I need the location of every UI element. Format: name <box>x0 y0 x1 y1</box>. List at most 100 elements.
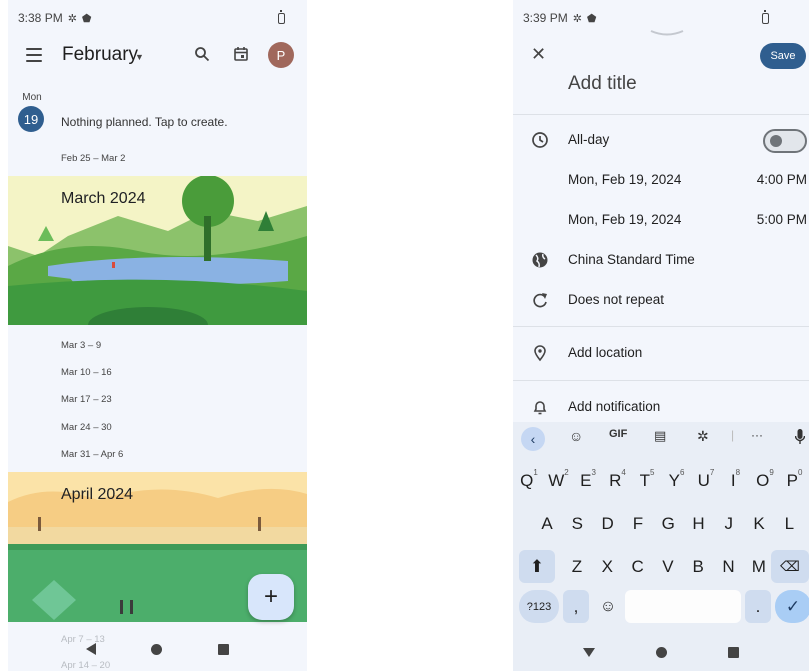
key-l[interactable]: L <box>775 507 803 540</box>
end-date[interactable]: Mon, Feb 19, 2024 <box>568 212 681 227</box>
search-icon[interactable] <box>194 46 210 62</box>
key-o[interactable]: O9 <box>751 464 779 497</box>
week-label[interactable]: Feb 25 – Mar 2 <box>61 153 125 164</box>
gif-button[interactable]: GIF <box>609 428 627 440</box>
close-icon[interactable]: ✕ <box>531 44 546 65</box>
emoji-key[interactable]: ☺ <box>593 590 623 623</box>
title-input[interactable]: Add title <box>568 73 637 95</box>
start-date[interactable]: Mon, Feb 19, 2024 <box>568 172 681 187</box>
system-nav-bar <box>8 627 307 671</box>
hide-keyboard-icon[interactable] <box>583 647 596 657</box>
today-icon[interactable] <box>233 46 249 62</box>
key-z[interactable]: Z <box>563 550 591 583</box>
avatar[interactable]: P <box>268 42 294 68</box>
week-label[interactable]: Mar 17 – 23 <box>61 394 112 405</box>
key-b[interactable]: B <box>684 550 712 583</box>
key-m[interactable]: M <box>745 550 773 583</box>
key-e[interactable]: E3 <box>574 464 602 497</box>
key-p[interactable]: P0 <box>781 464 809 497</box>
settings-icon[interactable]: ✲ <box>697 428 709 445</box>
sticker-icon[interactable]: ☺ <box>569 428 583 444</box>
key-h[interactable]: H <box>685 507 713 540</box>
day-number[interactable]: 19 <box>18 106 44 132</box>
key-s[interactable]: S <box>563 507 591 540</box>
period-key[interactable]: . <box>745 590 771 623</box>
backspace-key[interactable]: ⌫ <box>771 550 809 583</box>
all-day-toggle[interactable] <box>763 129 807 153</box>
week-label[interactable]: Mar 3 – 9 <box>61 340 101 351</box>
notification-row[interactable]: Add notification <box>513 387 809 427</box>
calendar-schedule-screen: 3:38 PM ✲ ⬟ February ▼ P Mon 19 Nothing … <box>8 0 307 671</box>
key-hint: 5 <box>649 468 655 477</box>
key-hint: 9 <box>769 468 774 477</box>
more-tools-button[interactable]: ··· <box>751 428 763 442</box>
microphone-icon[interactable] <box>795 429 805 445</box>
home-icon[interactable] <box>655 646 667 658</box>
week-label[interactable]: Mar 31 – Apr 6 <box>61 449 123 460</box>
key-d[interactable]: D <box>594 507 622 540</box>
key-j[interactable]: J <box>715 507 743 540</box>
location-row[interactable]: Add location <box>513 333 809 373</box>
week-label[interactable]: Mar 10 – 16 <box>61 367 112 378</box>
today-marker[interactable]: Mon 19 <box>18 92 46 132</box>
collapse-toolbar-icon[interactable]: ‹ <box>521 427 545 451</box>
key-t[interactable]: T5 <box>633 464 661 497</box>
key-a[interactable]: A <box>533 507 561 540</box>
month-banner-title: March 2024 <box>61 190 146 207</box>
home-icon[interactable] <box>151 643 163 655</box>
menu-icon[interactable] <box>26 48 42 62</box>
shift-key[interactable]: ⬆ <box>519 550 555 583</box>
timezone-row[interactable]: China Standard Time <box>513 240 809 280</box>
status-time: 3:38 PM <box>18 11 63 25</box>
soft-keyboard: ‹ ☺ GIF ▤ ✲ | ··· ⬆ ⌫ ?123 , ☺ . ✓ Q 1 W… <box>513 422 809 671</box>
clipboard-icon[interactable]: ▤ <box>654 428 666 444</box>
repeat-row[interactable]: Does not repeat <box>513 280 809 320</box>
key-n[interactable]: N <box>715 550 743 583</box>
key-f[interactable]: F <box>624 507 652 540</box>
all-day-label: All-day <box>568 132 610 147</box>
all-day-row[interactable]: All-day <box>513 120 809 160</box>
system-nav-bar <box>513 633 809 671</box>
key-y[interactable]: Y6 <box>663 464 691 497</box>
space-key[interactable] <box>625 590 741 623</box>
bell-icon <box>533 401 547 415</box>
drag-handle-icon[interactable] <box>649 30 685 36</box>
month-banner-title: April 2024 <box>61 486 134 503</box>
shield-status-icon: ⬟ <box>81 12 92 25</box>
month-selector[interactable]: February <box>62 44 138 66</box>
comma-key[interactable]: , <box>563 590 589 623</box>
key-label: L <box>784 513 795 533</box>
key-w[interactable]: W2 <box>545 464 573 497</box>
dropdown-caret-icon[interactable]: ▼ <box>135 52 144 62</box>
key-label: G <box>661 513 675 533</box>
create-event-button[interactable]: + <box>248 574 294 620</box>
key-label: Z <box>571 556 583 576</box>
end-datetime-row: Mon, Feb 19, 2024 5:00 PM <box>513 200 809 240</box>
key-label: H <box>692 513 705 533</box>
start-time[interactable]: 4:00 PM <box>757 172 807 187</box>
key-r[interactable]: R4 <box>604 464 632 497</box>
save-button[interactable]: Save <box>760 43 806 69</box>
back-icon[interactable] <box>85 643 96 655</box>
week-label[interactable]: Mar 24 – 30 <box>61 422 112 433</box>
recents-icon[interactable] <box>218 643 230 655</box>
repeat-icon <box>533 293 547 308</box>
status-bar: 3:38 PM ✲ ⬟ <box>8 0 307 36</box>
key-g[interactable]: G <box>654 507 682 540</box>
key-label: S <box>571 513 583 533</box>
key-c[interactable]: C <box>624 550 652 583</box>
recents-icon[interactable] <box>727 646 739 658</box>
symbols-key[interactable]: ?123 <box>519 590 559 623</box>
key-u[interactable]: U7 <box>692 464 720 497</box>
key-i[interactable]: I8 <box>722 464 750 497</box>
enter-key[interactable]: ✓ <box>775 590 809 623</box>
end-time[interactable]: 5:00 PM <box>757 212 807 227</box>
empty-day-message[interactable]: Nothing planned. Tap to create. <box>61 115 228 129</box>
key-x[interactable]: X <box>593 550 621 583</box>
key-k[interactable]: K <box>745 507 773 540</box>
start-datetime-row: Mon, Feb 19, 2024 4:00 PM <box>513 160 809 200</box>
key-hint: 2 <box>564 468 569 477</box>
key-q[interactable]: Q1 <box>515 464 543 497</box>
key-v[interactable]: V <box>654 550 682 583</box>
battery-icon <box>278 10 285 24</box>
